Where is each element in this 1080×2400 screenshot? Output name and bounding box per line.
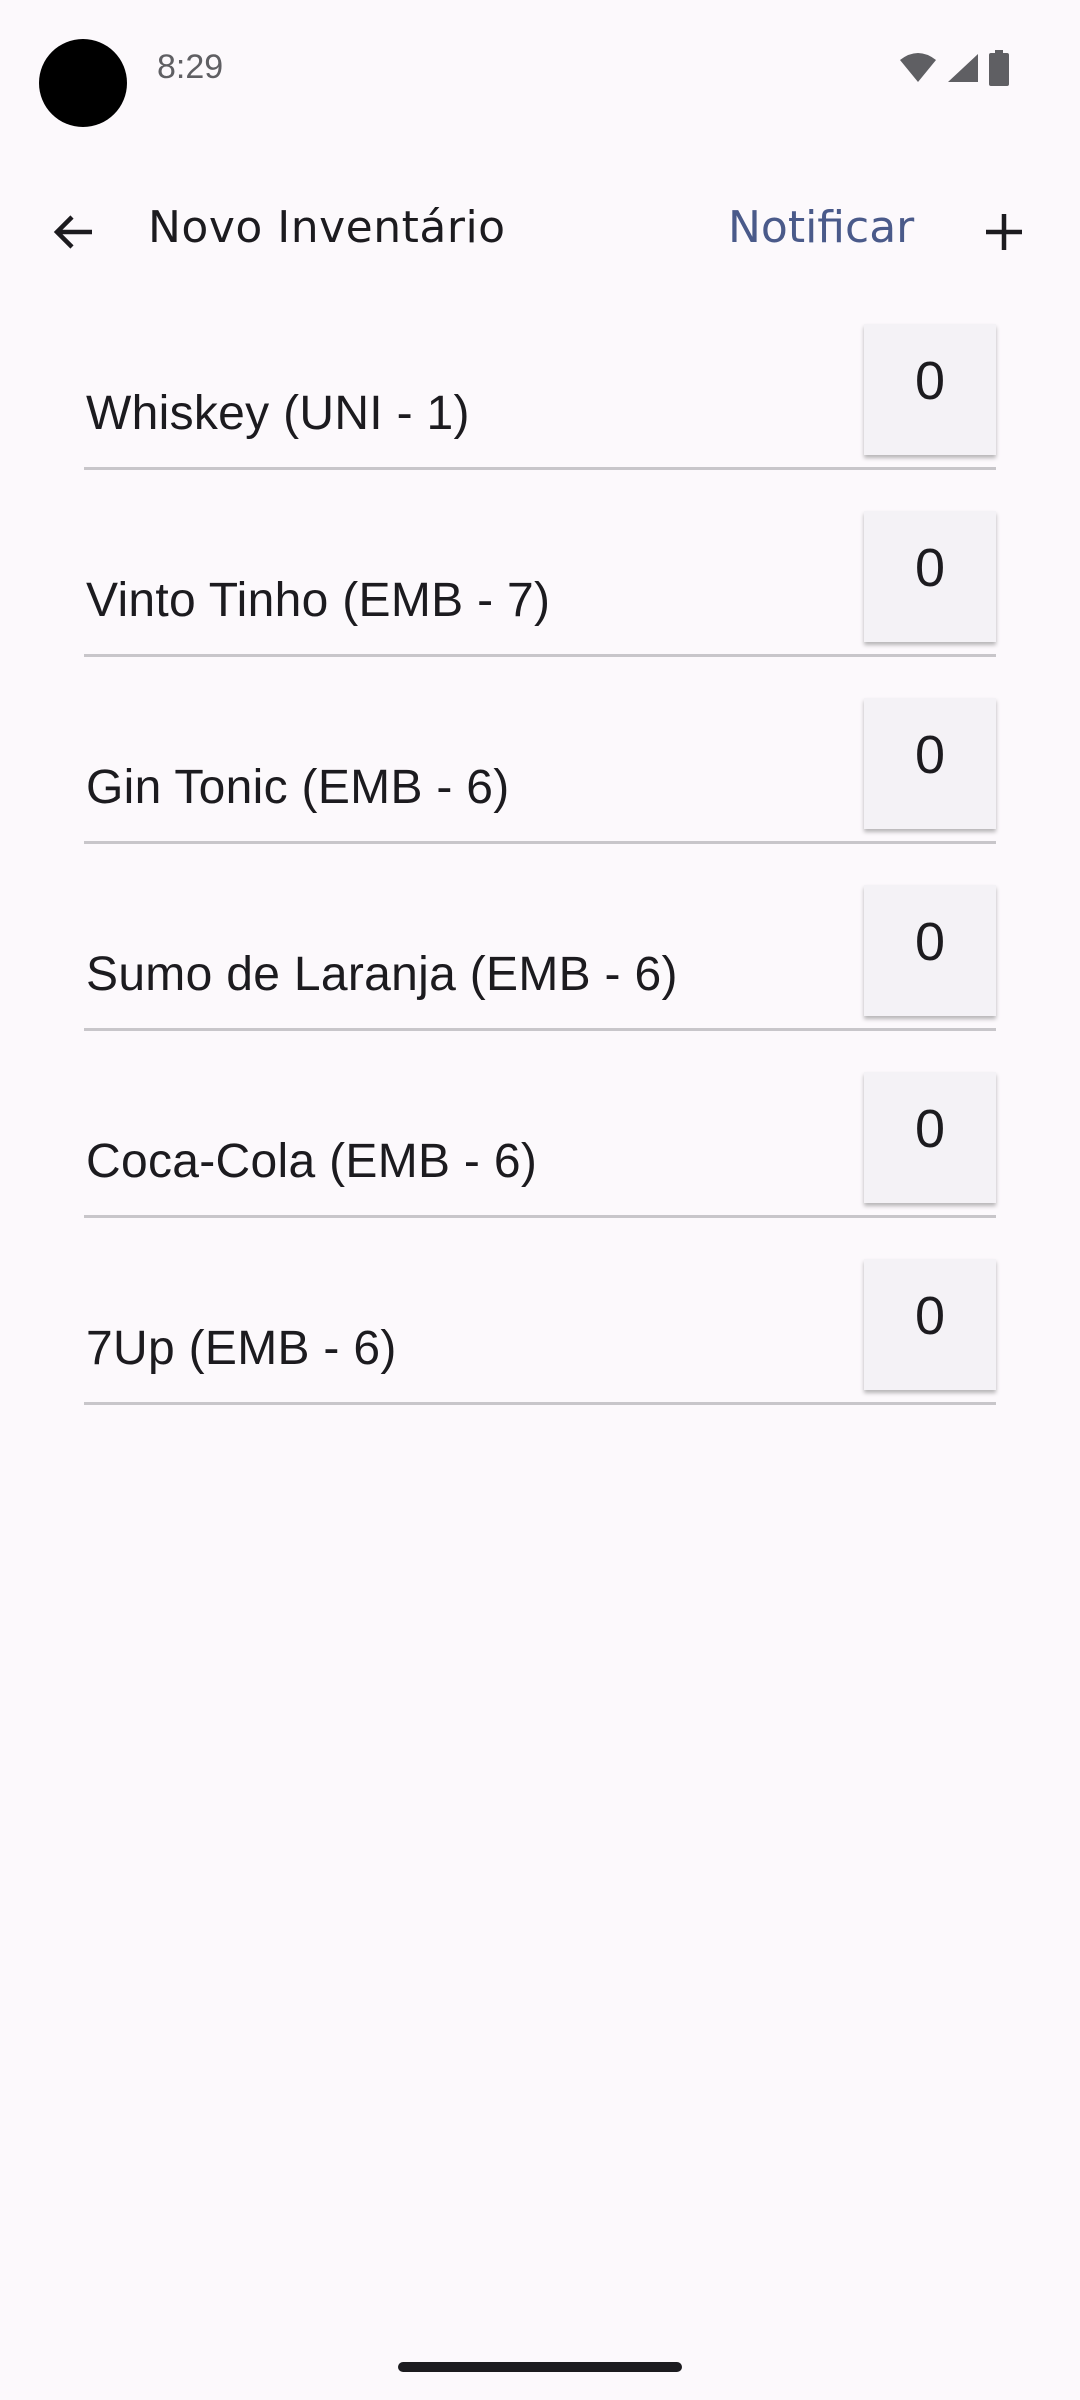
arrow-left-icon xyxy=(50,208,98,261)
quantity-value: 0 xyxy=(914,725,946,785)
camera-cutout xyxy=(39,39,127,127)
quantity-value: 0 xyxy=(914,538,946,598)
quantity-input[interactable]: 0 xyxy=(864,885,996,1016)
item-divider xyxy=(84,654,996,657)
quantity-value: 0 xyxy=(914,912,946,972)
app-bar: Novo Inventário Notificar xyxy=(0,160,1080,280)
signal-icon xyxy=(946,52,980,84)
inventory-list: Whiskey (UNI - 1) 0 Vinto Tinho (EMB - 7… xyxy=(84,320,996,1442)
list-item: Sumo de Laranja (EMB - 6) 0 xyxy=(84,881,996,1068)
item-divider xyxy=(84,1402,996,1405)
list-item: Gin Tonic (EMB - 6) 0 xyxy=(84,694,996,881)
list-item: Coca-Cola (EMB - 6) 0 xyxy=(84,1068,996,1255)
item-label: Gin Tonic (EMB - 6) xyxy=(86,761,510,814)
list-item: 7Up (EMB - 6) 0 xyxy=(84,1255,996,1442)
item-label: Coca-Cola (EMB - 6) xyxy=(86,1135,538,1188)
item-divider xyxy=(84,1215,996,1218)
status-bar: 8:29 xyxy=(0,0,1080,140)
home-gesture-bar[interactable] xyxy=(398,2362,682,2372)
quantity-input[interactable]: 0 xyxy=(864,511,996,642)
item-label: Vinto Tinho (EMB - 7) xyxy=(86,574,551,627)
notify-button[interactable]: Notificar xyxy=(728,188,914,268)
quantity-input[interactable]: 0 xyxy=(864,1072,996,1203)
plus-icon xyxy=(982,210,1026,259)
add-button[interactable] xyxy=(960,190,1048,278)
status-icons xyxy=(898,50,1010,86)
item-label: Sumo de Laranja (EMB - 6) xyxy=(86,948,678,1001)
quantity-value: 0 xyxy=(914,1286,946,1346)
item-divider xyxy=(84,841,996,844)
back-button[interactable] xyxy=(30,190,118,278)
quantity-value: 0 xyxy=(914,1099,946,1159)
status-time: 8:29 xyxy=(157,48,224,86)
item-label: 7Up (EMB - 6) xyxy=(86,1322,397,1375)
quantity-input[interactable]: 0 xyxy=(864,698,996,829)
item-label: Whiskey (UNI - 1) xyxy=(86,387,470,440)
item-divider xyxy=(84,1028,996,1031)
page-title: Novo Inventário xyxy=(148,202,506,253)
wifi-icon xyxy=(898,52,938,84)
list-item: Vinto Tinho (EMB - 7) 0 xyxy=(84,507,996,694)
quantity-input[interactable]: 0 xyxy=(864,324,996,455)
quantity-input[interactable]: 0 xyxy=(864,1259,996,1390)
battery-icon xyxy=(988,50,1010,86)
list-item: Whiskey (UNI - 1) 0 xyxy=(84,320,996,507)
quantity-value: 0 xyxy=(914,351,946,411)
item-divider xyxy=(84,467,996,470)
